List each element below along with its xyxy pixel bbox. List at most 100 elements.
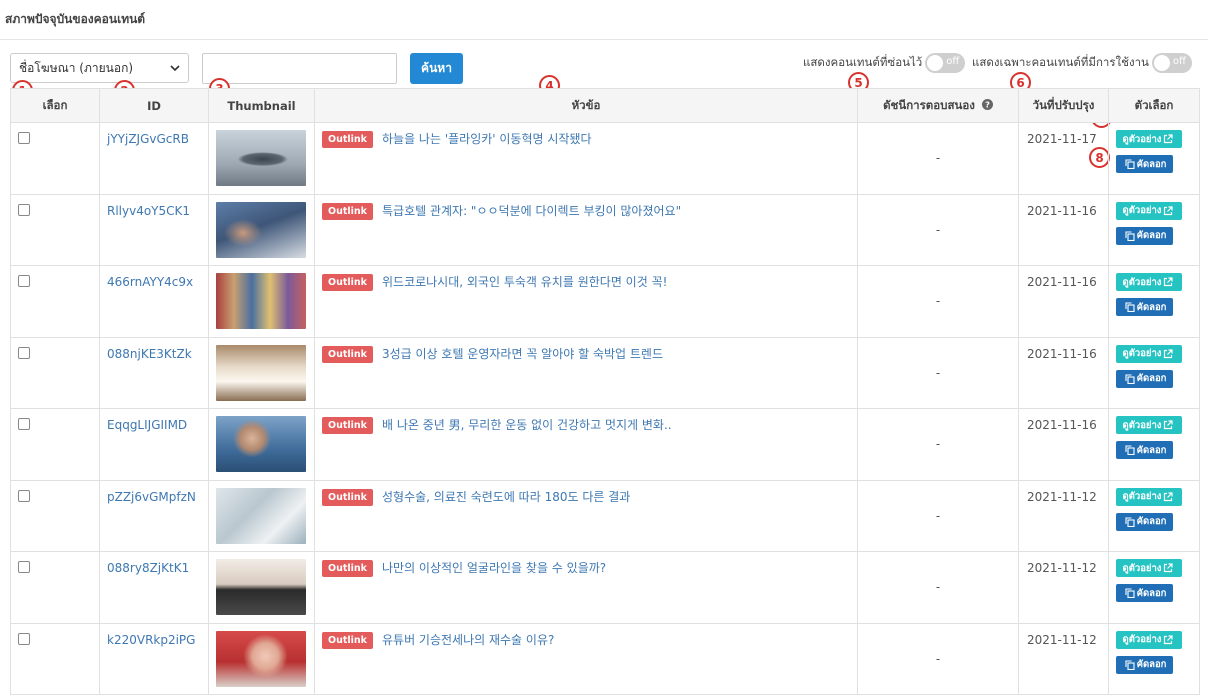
updated-date-cell: 2021-11-16 xyxy=(1018,336,1109,409)
thumbnail-image[interactable] xyxy=(216,201,306,258)
preview-button[interactable]: ดูตัวอย่าง xyxy=(1116,130,1182,148)
outlink-badge: Outlink xyxy=(322,488,373,506)
copy-icon xyxy=(1125,516,1135,527)
row-checkbox[interactable] xyxy=(18,275,30,287)
preview-button[interactable]: ดูตัวอย่าง xyxy=(1116,630,1182,649)
content-title-link[interactable]: 특급호텔 관계자: "ㅇㅇ덕분에 다이렉트 부킹이 많아졌어요" xyxy=(382,203,681,219)
copy-button[interactable]: คัดลอก xyxy=(1116,441,1173,459)
row-checkbox[interactable] xyxy=(18,489,30,502)
copy-button[interactable]: คัดลอก xyxy=(1116,155,1173,173)
id-cell: k220VRkp2iPG xyxy=(99,622,209,695)
preview-label: ดูตัวอย่าง xyxy=(1122,419,1162,431)
copy-button[interactable]: คัดลอก xyxy=(1116,655,1173,674)
header-response: ดัชนีการตอบสนอง ? xyxy=(857,88,1019,123)
filter-select-value: ชื่อโฆษณา (ภายนอก) xyxy=(19,60,134,75)
row-checkbox[interactable] xyxy=(18,632,30,645)
preview-button[interactable]: ดูตัวอย่าง xyxy=(1116,487,1182,506)
search-button[interactable]: ค้นหา xyxy=(410,53,463,84)
thumbnail-cell xyxy=(208,551,315,624)
thumbnail-image[interactable] xyxy=(216,630,306,687)
options-cell: ดูตัวอย่าง คัดลอก xyxy=(1108,408,1200,481)
preview-button[interactable]: ดูตัวอย่าง xyxy=(1116,201,1182,220)
row-checkbox[interactable] xyxy=(18,561,30,573)
content-title-link[interactable]: 유튜버 기승전세나의 재수술 이유? xyxy=(382,632,554,648)
copy-button[interactable]: คัดลอก xyxy=(1116,369,1173,388)
toggle-used-label: แสดงเฉพาะคอนเทนต์ที่มีการใช้งาน xyxy=(972,55,1149,69)
external-link-icon xyxy=(1164,563,1174,573)
toggle-used-group: แสดงเฉพาะคอนเทนต์ที่มีการใช้งาน off xyxy=(972,53,1192,73)
content-id-link[interactable]: 466rnAYY4c9x xyxy=(100,266,208,289)
content-id-link[interactable]: EqqgLIJGIIMD xyxy=(100,409,208,432)
updated-date-cell: 2021-11-16 xyxy=(1018,265,1109,338)
filter-select[interactable]: ชื่อโฆษณา (ภายนอก) xyxy=(10,53,189,83)
id-cell: jYYjZJGvGcRB xyxy=(99,122,209,195)
content-id-link[interactable]: 088njKE3KtZk xyxy=(100,338,208,361)
copy-icon xyxy=(1125,159,1135,169)
search-input[interactable] xyxy=(202,53,397,84)
preview-label: ดูตัวอย่าง xyxy=(1122,562,1162,574)
outlink-badge: Outlink xyxy=(322,417,373,434)
outlink-badge: Outlink xyxy=(322,131,373,148)
header-id: ID xyxy=(99,88,209,123)
content-title-link[interactable]: 나만의 이상적인 얼굴라인을 찾을 수 있을까? xyxy=(382,560,606,576)
thumbnail-cell xyxy=(208,122,315,195)
copy-button[interactable]: คัดลอก xyxy=(1116,512,1173,531)
content-title-link[interactable]: 3성급 이상 호텔 운영자라면 꼭 알아야 할 숙박업 트렌드 xyxy=(382,346,663,362)
outlink-badge: Outlink xyxy=(322,345,373,363)
row-checkbox[interactable] xyxy=(18,132,30,144)
toggle-used-switch[interactable]: off xyxy=(1151,53,1192,73)
copy-label: คัดลอก xyxy=(1136,230,1167,241)
content-title-link[interactable]: 위드코로나시대, 외국인 투숙객 유치를 원한다면 이것 꼭! xyxy=(382,274,667,290)
row-checkbox[interactable] xyxy=(18,418,30,430)
content-id-link[interactable]: Rllyv4oY5CK1 xyxy=(100,195,208,218)
preview-button[interactable]: ดูตัวอย่าง xyxy=(1116,416,1182,434)
content-id-link[interactable]: pZZj6vGMpfzN xyxy=(100,481,208,504)
options-cell: ดูตัวอย่าง คัดลอก xyxy=(1108,622,1200,695)
response-index-cell: - xyxy=(857,551,1019,624)
preview-button[interactable]: ดูตัวอย่าง xyxy=(1116,344,1182,363)
svg-text:?: ? xyxy=(985,99,990,109)
toggle-hidden-switch[interactable]: off xyxy=(925,53,966,73)
thumbnail-image[interactable] xyxy=(216,273,306,329)
content-title-link[interactable]: 하늘을 나는 '플라잉카' 이동혁명 시작됐다 xyxy=(382,131,592,147)
select-cell xyxy=(10,479,100,552)
select-cell xyxy=(10,551,100,624)
content-title-link[interactable]: 성형수술, 의료진 숙련도에 따라 180도 다른 결과 xyxy=(382,489,630,505)
title-cell: Outlink 나만의 이상적인 얼굴라인을 찾을 수 있을까? xyxy=(314,551,858,624)
title-cell: Outlink 유튜버 기승전세나의 재수술 이유? xyxy=(314,622,858,695)
header-select: เลือก xyxy=(10,88,100,123)
copy-button[interactable]: คัดลอก xyxy=(1116,584,1173,602)
thumbnail-image[interactable] xyxy=(216,130,306,186)
toggle-state: off xyxy=(1172,56,1186,67)
content-title-link[interactable]: 배 나온 중년 男, 무리한 운동 없이 건강하고 멋지게 변화.. xyxy=(382,417,672,433)
response-index-cell: - xyxy=(857,265,1019,338)
preview-button[interactable]: ดูตัวอย่าง xyxy=(1116,559,1182,577)
header-title: หัวข้อ xyxy=(314,88,858,123)
preview-button[interactable]: ดูตัวอย่าง xyxy=(1116,273,1182,291)
copy-icon xyxy=(1125,230,1135,241)
table-row: Rllyv4oY5CK1 Outlink 특급호텔 관계자: "ㅇㅇ덕분에 다이… xyxy=(10,193,1200,266)
content-id-link[interactable]: jYYjZJGvGcRB xyxy=(100,123,208,146)
thumbnail-image[interactable] xyxy=(216,559,306,615)
table-row: k220VRkp2iPG Outlink 유튜버 기승전세나의 재수술 이유? … xyxy=(10,622,1200,695)
header-thumbnail: Thumbnail xyxy=(208,88,315,123)
select-cell xyxy=(10,265,100,338)
help-icon[interactable]: ? xyxy=(981,98,993,110)
copy-button[interactable]: คัดลอก xyxy=(1116,226,1173,245)
options-cell: ดูตัวอย่าง คัดลอก xyxy=(1108,336,1200,409)
row-checkbox[interactable] xyxy=(18,203,30,216)
copy-label: คัดลอก xyxy=(1136,516,1167,527)
options-cell: ดูตัวอย่าง คัดลอก xyxy=(1108,122,1200,195)
content-id-link[interactable]: k220VRkp2iPG xyxy=(100,624,208,647)
external-link-icon xyxy=(1164,348,1174,358)
thumbnail-image[interactable] xyxy=(216,344,306,401)
thumbnail-image[interactable] xyxy=(216,487,306,544)
outlink-badge: Outlink xyxy=(322,202,373,220)
thumbnail-image[interactable] xyxy=(216,416,306,472)
table-row: 088ry8ZjKtK1 Outlink 나만의 이상적인 얼굴라인을 찾을 수… xyxy=(10,551,1200,624)
options-cell: ดูตัวอย่าง คัดลอก xyxy=(1108,265,1200,338)
copy-button[interactable]: คัดลอก xyxy=(1116,298,1173,316)
row-checkbox[interactable] xyxy=(18,346,30,359)
content-id-link[interactable]: 088ry8ZjKtK1 xyxy=(100,552,208,575)
external-link-icon xyxy=(1164,420,1174,430)
